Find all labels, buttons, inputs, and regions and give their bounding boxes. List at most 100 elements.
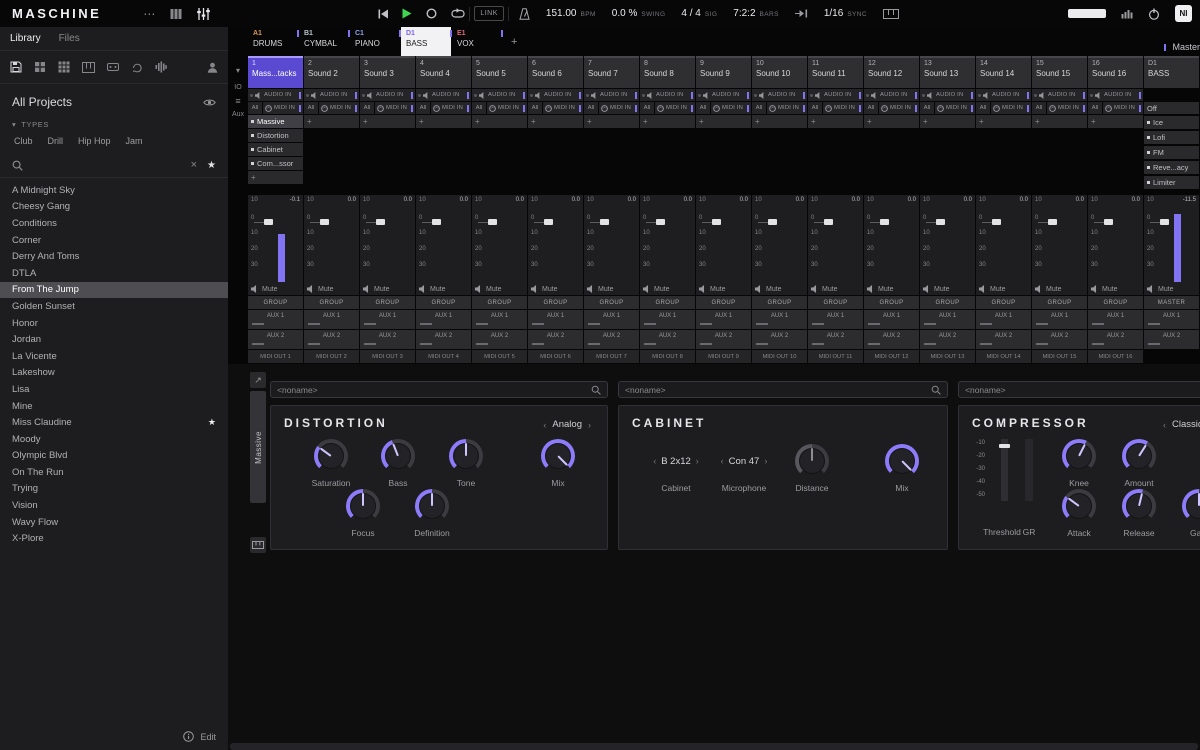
fader-handle[interactable] bbox=[1048, 219, 1057, 225]
add-plugin-button[interactable]: + bbox=[416, 115, 471, 128]
fader-section[interactable]: 10 0.0 0102030 Mute bbox=[808, 195, 863, 295]
plugin-slot[interactable]: Massive bbox=[248, 115, 303, 128]
aux2-send[interactable]: AUX 2 bbox=[584, 330, 639, 349]
aux1-send[interactable]: AUX 1 bbox=[808, 310, 863, 329]
groups-filter-button[interactable] bbox=[34, 61, 46, 73]
midi-out-button[interactable]: MIDI OUT 10 bbox=[752, 350, 807, 363]
follow-playhead-button[interactable] bbox=[795, 9, 808, 18]
channel-header[interactable]: 4 Sound 4 bbox=[416, 56, 471, 88]
group-routing-button[interactable]: GROUP bbox=[1032, 296, 1087, 309]
midi-out-button[interactable]: MIDI OUT 2 bbox=[304, 350, 359, 363]
fader-section[interactable]: 10 0.0 0102030 Mute bbox=[864, 195, 919, 295]
fader-section[interactable]: 10 0.0 0102030 Mute bbox=[528, 195, 583, 295]
aux2-send[interactable]: AUX 2 bbox=[696, 330, 751, 349]
metronome-button[interactable] bbox=[519, 8, 530, 20]
fader-handle[interactable] bbox=[880, 219, 889, 225]
channel-header[interactable]: 14 Sound 14 bbox=[976, 56, 1031, 88]
keyboard-toggle-button[interactable] bbox=[883, 9, 899, 19]
next-icon[interactable]: › bbox=[696, 456, 699, 466]
project-item[interactable]: Mine ★ bbox=[0, 398, 228, 415]
projects-filter-button[interactable] bbox=[10, 61, 22, 73]
project-item[interactable]: On The Run ★ bbox=[0, 464, 228, 481]
midi-in-button[interactable]: MIDI IN bbox=[431, 102, 471, 114]
mute-button[interactable]: Mute bbox=[976, 283, 1031, 295]
plugin-slot[interactable]: Lofi bbox=[1144, 131, 1199, 144]
channel-header[interactable]: 8 Sound 8 bbox=[640, 56, 695, 88]
instrument-plugin-tab[interactable]: Massive bbox=[250, 391, 266, 503]
group-routing-button[interactable]: GROUP bbox=[864, 296, 919, 309]
fader-section[interactable]: 10 0.0 0102030 Mute bbox=[584, 195, 639, 295]
add-plugin-button[interactable]: + bbox=[248, 171, 303, 184]
types-section-header[interactable]: ▾ TYPES bbox=[0, 114, 228, 131]
tab-library[interactable]: Library bbox=[10, 33, 41, 44]
mute-button[interactable]: Mute bbox=[1088, 283, 1143, 295]
clear-search-button[interactable]: × bbox=[191, 159, 197, 171]
midi-out-button[interactable]: MIDI OUT 9 bbox=[696, 350, 751, 363]
knob-dial[interactable] bbox=[1062, 489, 1096, 523]
loop-button[interactable] bbox=[451, 8, 465, 19]
group-routing-button[interactable]: GROUP bbox=[528, 296, 583, 309]
fader-section[interactable]: 10 0.0 0102030 Mute bbox=[976, 195, 1031, 295]
aux1-send[interactable]: AUX 1 bbox=[920, 310, 975, 329]
audio-in-button[interactable]: AUDIO IN bbox=[640, 89, 695, 101]
channel-header[interactable]: 12 Sound 12 bbox=[864, 56, 919, 88]
midi-all-button[interactable]: All bbox=[528, 102, 542, 114]
midi-out-button[interactable]: MIDI OUT 14 bbox=[976, 350, 1031, 363]
project-item[interactable]: DTLA ★ bbox=[0, 265, 228, 282]
group-tab[interactable]: A1 DRUMS bbox=[248, 27, 298, 56]
channel-header[interactable]: 5 Sound 5 bbox=[472, 56, 527, 88]
midi-in-button[interactable]: MIDI IN bbox=[823, 102, 863, 114]
distortion-mode-selector[interactable]: ‹ Analog › bbox=[543, 419, 591, 430]
knob-dial[interactable] bbox=[541, 439, 575, 473]
midi-out-button[interactable]: MIDI OUT 5 bbox=[472, 350, 527, 363]
add-plugin-button[interactable]: + bbox=[808, 115, 863, 128]
aux1-send[interactable]: AUX 1 bbox=[1088, 310, 1143, 329]
fader-handle[interactable] bbox=[320, 219, 329, 225]
fader-handle[interactable] bbox=[544, 219, 553, 225]
sounds-filter-button[interactable] bbox=[58, 61, 70, 73]
master-input-button[interactable]: Off bbox=[1144, 102, 1199, 114]
midi-all-button[interactable]: All bbox=[472, 102, 486, 114]
midi-out-button[interactable]: MIDI OUT 8 bbox=[640, 350, 695, 363]
project-item[interactable]: Trying ★ bbox=[0, 481, 228, 498]
mute-button[interactable]: Mute bbox=[808, 283, 863, 295]
group-tab[interactable]: B1 CYMBAL bbox=[299, 27, 349, 56]
group-routing-button[interactable]: GROUP bbox=[808, 296, 863, 309]
add-plugin-button[interactable]: + bbox=[528, 115, 583, 128]
record-button[interactable] bbox=[426, 8, 437, 19]
mute-button[interactable]: Mute bbox=[528, 283, 583, 295]
audio-in-button[interactable]: AUDIO IN bbox=[976, 89, 1031, 101]
midi-all-button[interactable]: All bbox=[584, 102, 598, 114]
type-tag[interactable]: Hip Hop bbox=[78, 136, 111, 146]
fader-handle[interactable] bbox=[824, 219, 833, 225]
channel-header[interactable]: 1 Mass...tacks bbox=[248, 56, 303, 88]
midi-out-button[interactable]: MIDI OUT 16 bbox=[1088, 350, 1143, 363]
signature-field[interactable]: 4 / 4 SIG bbox=[681, 8, 717, 19]
virtual-keyboard-button[interactable] bbox=[250, 537, 266, 553]
knob-dial[interactable] bbox=[795, 444, 829, 478]
prev-icon[interactable]: ‹ bbox=[543, 420, 546, 430]
aux-toggle-button[interactable]: Aux bbox=[232, 111, 244, 118]
fader-section[interactable]: 10 0.0 0102030 Mute bbox=[1032, 195, 1087, 295]
audio-in-button[interactable]: AUDIO IN bbox=[248, 89, 303, 101]
midi-out-button[interactable]: MIDI OUT 3 bbox=[360, 350, 415, 363]
midi-in-button[interactable]: MIDI IN bbox=[655, 102, 695, 114]
output-level-meter[interactable] bbox=[1068, 9, 1106, 18]
fader-handle[interactable] bbox=[936, 219, 945, 225]
midi-in-button[interactable]: MIDI IN bbox=[711, 102, 751, 114]
add-plugin-button[interactable]: + bbox=[640, 115, 695, 128]
collapse-chevron-icon[interactable]: ▾ bbox=[236, 66, 240, 75]
plugin-list-toggle-icon[interactable]: ≡ bbox=[235, 96, 240, 106]
channel-header[interactable]: 9 Sound 9 bbox=[696, 56, 751, 88]
project-item[interactable]: Corner ★ bbox=[0, 232, 228, 249]
plugin-slot[interactable]: FM bbox=[1144, 146, 1199, 159]
prev-icon[interactable]: ‹ bbox=[653, 456, 656, 466]
project-item[interactable]: Lisa ★ bbox=[0, 381, 228, 398]
fader-section[interactable]: 10 0.0 0102030 Mute bbox=[752, 195, 807, 295]
midi-out-button[interactable]: MIDI OUT 7 bbox=[584, 350, 639, 363]
type-tag[interactable]: Club bbox=[14, 136, 33, 146]
mixer-view-button[interactable] bbox=[197, 8, 210, 20]
fader-section[interactable]: 10 0.0 0102030 Mute bbox=[640, 195, 695, 295]
arranger-view-button[interactable] bbox=[170, 8, 182, 20]
group-tab[interactable]: C1 PIANO bbox=[350, 27, 400, 56]
